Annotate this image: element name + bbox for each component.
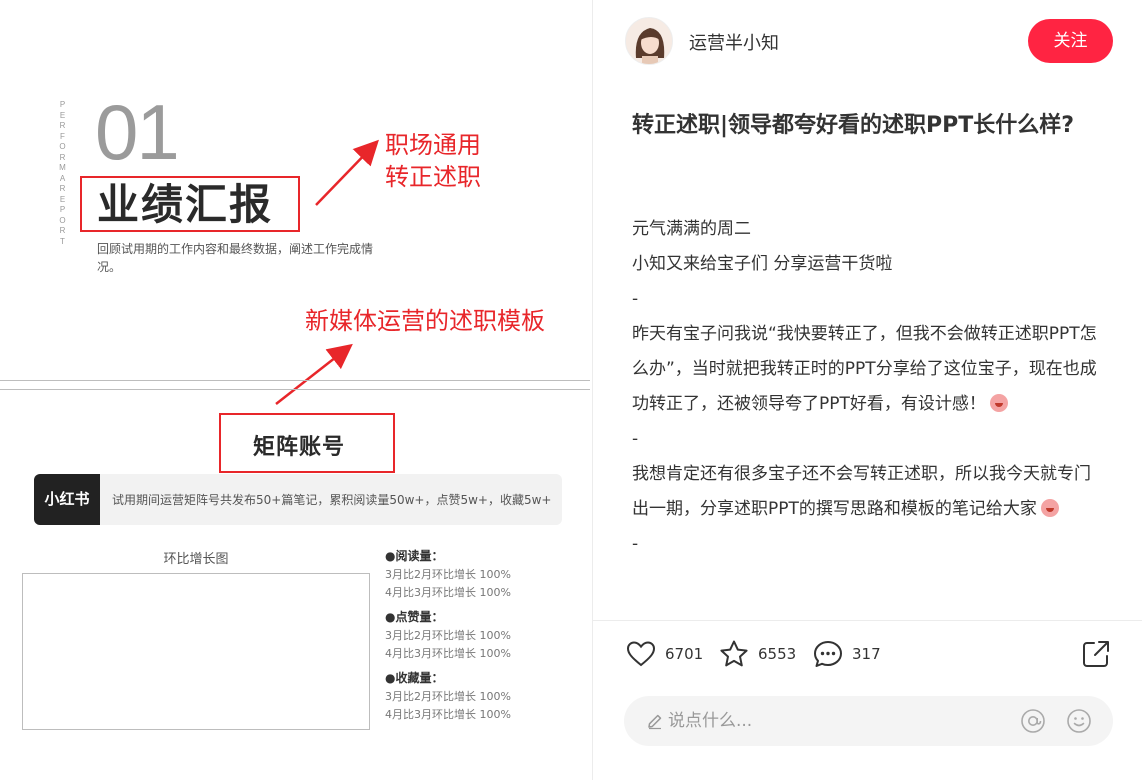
section-title-box: 业绩汇报 xyxy=(80,176,300,232)
divider-lines xyxy=(0,380,590,392)
collect-count: 6553 xyxy=(758,645,797,663)
section-title: 业绩汇报 xyxy=(97,180,274,229)
collect-button[interactable]: 6553 xyxy=(718,638,796,670)
platform-summary-text: 试用期间运营矩阵号共发布50+篇笔记，累积阅读量50w+，点赞5w+，收藏5w+ xyxy=(112,493,552,507)
stat-reads: ●阅读量： 3月比2月环比增长 100% 4月比3月环比增长 100% xyxy=(385,546,585,602)
author-name[interactable]: 运营半小知 xyxy=(689,29,779,55)
stat-line: 4月比3月环比增长 100% xyxy=(385,647,511,660)
post-paragraph: 昨天有宝子问我说“我快要转正了，但我不会做转正述职PPT怎么办”，当时就把我转正… xyxy=(632,324,1097,414)
like-count: 6701 xyxy=(665,645,704,663)
vertical-report-text: PERFORMA REPORT xyxy=(59,100,67,246)
annotation-template: 新媒体运营的述职模板 xyxy=(305,307,545,335)
arrow-2 xyxy=(275,343,353,405)
growth-stats: ●阅读量： 3月比2月环比增长 100% 4月比3月环比增长 100% ●点赞量… xyxy=(385,546,585,729)
comment-input[interactable] xyxy=(668,696,998,746)
post-paragraph: - xyxy=(632,534,639,554)
post-paragraph: - xyxy=(632,429,639,449)
comment-bubble-icon xyxy=(814,641,842,667)
emoji-icon[interactable] xyxy=(1066,708,1092,734)
note-image[interactable]: PERFORMA REPORT 01 业绩汇报 回顾试用期的工作内容和最终数据，… xyxy=(0,0,592,780)
action-divider xyxy=(593,620,1142,621)
avatar-illustration xyxy=(626,18,672,64)
stat-line: 4月比3月环比增长 100% xyxy=(385,708,511,721)
post-paragraph-with-emoji: 昨天有宝子问我说“我快要转正了，但我不会做转正述职PPT怎么办”，当时就把我转正… xyxy=(632,317,1102,422)
chart-placeholder xyxy=(22,573,370,730)
post-paragraph: 元气满满的周二 xyxy=(632,219,751,239)
stat-collects: ●收藏量： 3月比2月环比增长 100% 4月比3月环比增长 100% xyxy=(385,668,585,724)
like-button[interactable]: 6701 xyxy=(625,638,703,670)
pig-emoji-icon xyxy=(1040,499,1059,517)
comment-count: 317 xyxy=(852,645,881,663)
post-title: 转正述职|领导都夸好看的述职PPT长什么样? xyxy=(632,113,1075,138)
stat-head: ●点赞量： xyxy=(385,610,444,624)
post-paragraph: 小知又来给宝子们 分享运营干货啦 xyxy=(632,254,893,274)
avatar[interactable] xyxy=(625,17,673,65)
post-panel: 运营半小知 关注 转正述职|领导都夸好看的述职PPT长什么样? 元气满满的周二 … xyxy=(593,0,1142,780)
pen-icon xyxy=(648,714,662,730)
platform-tag: 小红书 xyxy=(34,474,100,525)
stat-likes: ●点赞量： 3月比2月环比增长 100% 4月比3月环比增长 100% xyxy=(385,607,585,663)
stat-head: ●收藏量： xyxy=(385,671,444,685)
stat-line: 4月比3月环比增长 100% xyxy=(385,586,511,599)
share-icon xyxy=(1083,641,1109,667)
post-content[interactable]: 转正述职|领导都夸好看的述职PPT长什么样? 元气满满的周二 小知又来给宝子们 … xyxy=(593,84,1142,620)
post-body: 元气满满的周二 小知又来给宝子们 分享运营干货啦 - 昨天有宝子问我说“我快要转… xyxy=(632,212,1102,562)
post-paragraph: 我想肯定还有很多宝子还不会写转正述职，所以我今天就专门出一期，分享述职PPT的撰… xyxy=(632,464,1091,519)
matrix-account-label: 矩阵账号 xyxy=(253,435,346,460)
annotation-general-use: 职场通用 转正述职 xyxy=(385,131,481,191)
follow-button[interactable]: 关注 xyxy=(1028,19,1113,63)
pig-emoji-icon xyxy=(989,394,1008,412)
engagement-bar: 6701 6553 317 xyxy=(593,628,1142,678)
matrix-account-box: 矩阵账号 xyxy=(219,413,395,473)
stat-line: 3月比2月环比增长 100% xyxy=(385,568,511,581)
stat-line: 3月比2月环比增长 100% xyxy=(385,629,511,642)
section-number: 01 xyxy=(95,88,180,176)
post-paragraph: - xyxy=(632,289,639,309)
post-paragraph-with-emoji: 我想肯定还有很多宝子还不会写转正述职，所以我今天就专门出一期，分享述职PPT的撰… xyxy=(632,457,1102,527)
mention-icon[interactable] xyxy=(1020,708,1046,734)
platform-summary-bar: 小红书 试用期间运营矩阵号共发布50+篇笔记，累积阅读量50w+，点赞5w+，收… xyxy=(34,474,562,525)
chart-title: 环比增长图 xyxy=(163,552,229,567)
comment-box[interactable] xyxy=(624,696,1113,746)
stat-head: ●阅读量： xyxy=(385,549,444,563)
star-icon xyxy=(720,640,748,667)
stat-line: 3月比2月环比增长 100% xyxy=(385,690,511,703)
arrow-1 xyxy=(315,139,379,206)
section-description: 回顾试用期的工作内容和最终数据，阐述工作完成情况。 xyxy=(97,242,374,274)
heart-icon xyxy=(626,641,656,667)
comment-button[interactable]: 317 xyxy=(812,638,881,670)
share-button[interactable] xyxy=(1080,638,1112,670)
